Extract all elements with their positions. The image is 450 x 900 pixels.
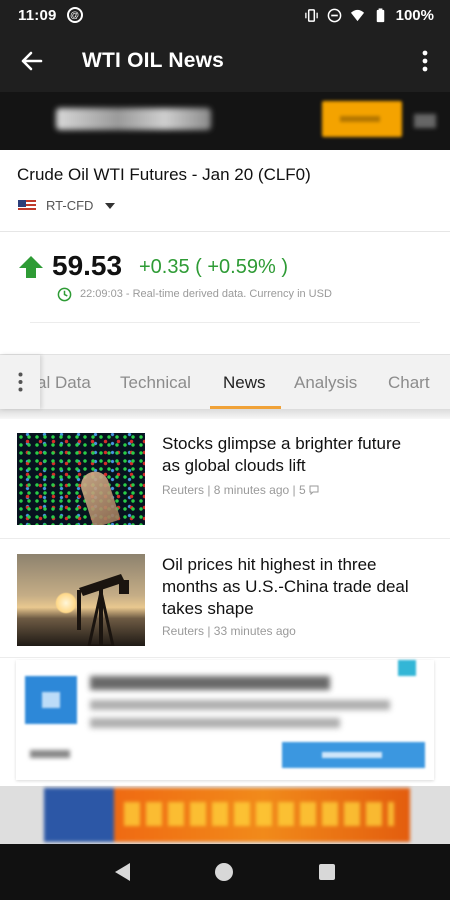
adchoices-icon[interactable] — [398, 660, 416, 676]
app-bar: WTI OIL News — [0, 30, 450, 92]
brand-logo — [56, 108, 211, 130]
comment-icon — [309, 485, 319, 496]
divider — [30, 322, 420, 323]
overflow-menu-button[interactable] — [400, 30, 450, 92]
tab-chart[interactable]: Chart — [388, 373, 430, 393]
nav-home-icon[interactable] — [215, 863, 234, 881]
ad-sponsor — [30, 750, 70, 758]
tab-news[interactable]: News — [223, 373, 266, 393]
banner-ad-image — [44, 788, 410, 842]
tab-financial-data[interactable]: al Data — [37, 373, 91, 393]
banner-ad[interactable] — [0, 786, 450, 844]
status-time: 11:09 — [18, 6, 57, 24]
battery-percent: 100% — [395, 6, 434, 24]
news-headline: Oil prices hit highest in three months a… — [162, 555, 409, 618]
more-vert-icon — [18, 372, 22, 392]
exchange-selector[interactable]: RT-CFD — [18, 198, 116, 213]
news-thumbnail — [17, 554, 145, 646]
wifi-icon — [350, 9, 364, 21]
ad-description-2 — [90, 718, 340, 728]
tabs-shadow — [0, 409, 450, 419]
news-item[interactable]: Stocks glimpse a brighter future as glob… — [0, 419, 450, 539]
vibrate-icon — [304, 8, 318, 22]
status-icons: 100% — [304, 7, 434, 24]
quote-timestamp: 22:09:03 — [80, 288, 123, 300]
clock-icon — [57, 287, 72, 302]
status-bar: 11:09 @ 100% — [0, 0, 450, 30]
oil-pump-image — [77, 574, 129, 646]
system-nav-bar — [0, 844, 450, 900]
do-not-disturb-icon — [327, 8, 341, 22]
arrow-up-icon — [19, 256, 43, 278]
ad-app-icon — [25, 676, 77, 724]
instrument-header: Crude Oil WTI Futures - Jan 20 (CLF0) RT… — [0, 150, 450, 232]
price-change: +0.35 ( +0.59% ) — [139, 256, 288, 278]
back-button[interactable] — [0, 30, 64, 92]
native-ad[interactable] — [16, 660, 434, 780]
news-source: Reuters | 33 minutes ago — [162, 624, 296, 638]
tab-technical[interactable]: Technical — [120, 373, 191, 393]
exchange-label: RT-CFD — [46, 198, 94, 213]
more-vert-icon — [422, 50, 428, 72]
quote-panel: 59.53 +0.35 ( +0.59% ) 22:09:03 - Real-t… — [0, 232, 450, 352]
last-price: 59.53 — [52, 250, 123, 281]
quote-note: - Real-time derived data. Currency in US… — [125, 288, 332, 300]
news-source: Reuters | 8 minutes ago | 5 — [162, 483, 319, 497]
tabs-menu-button[interactable] — [0, 355, 40, 409]
news-headline: Stocks glimpse a brighter future as glob… — [162, 434, 402, 475]
ad-title — [90, 676, 330, 690]
nav-recents-icon[interactable] — [319, 864, 336, 880]
news-item[interactable]: Oil prices hit highest in three months a… — [0, 540, 450, 658]
ad-cta-button[interactable] — [282, 742, 425, 768]
news-thumbnail — [17, 433, 145, 525]
notification-icon: @ — [66, 7, 83, 23]
ad-description — [90, 700, 390, 710]
instrument-name: Crude Oil WTI Futures - Jan 20 (CLF0) — [17, 165, 311, 184]
us-flag-icon — [18, 199, 36, 212]
page-title: WTI OIL News — [82, 49, 225, 72]
promo-banner[interactable] — [0, 92, 450, 150]
tab-analysis[interactable]: Analysis — [294, 373, 357, 393]
chevron-down-icon — [105, 202, 116, 209]
quote-meta: 22:09:03 - Real-time derived data. Curre… — [57, 287, 332, 302]
promo-icon — [414, 114, 436, 128]
nav-back-icon[interactable] — [114, 863, 130, 881]
tab-bar: al Data Technical News Analysis Chart — [0, 354, 450, 409]
arrow-left-icon — [21, 51, 43, 71]
promo-button[interactable] — [322, 101, 402, 137]
battery-icon — [376, 7, 384, 22]
